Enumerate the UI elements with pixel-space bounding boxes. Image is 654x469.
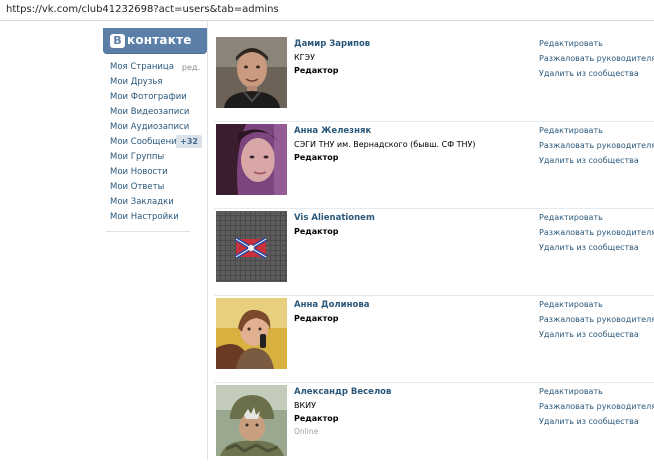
admin-name-link[interactable]: Александр Веселов [294, 387, 534, 397]
admin-row: Анна Железняк СЭГИ ТНУ им. Вернадского (… [214, 122, 654, 209]
remove-member-link[interactable]: Удалить из сообщества [539, 156, 654, 171]
menu-divider [106, 231, 190, 232]
menu-item-photos[interactable]: Мои Фотографии [110, 92, 200, 107]
demote-admin-link[interactable]: Разжаловать руководителя [539, 141, 654, 156]
admin-avatar[interactable] [216, 211, 287, 282]
menu-item-label[interactable]: Мои Группы [110, 152, 164, 162]
messages-count-badge: +32 [176, 135, 202, 148]
menu-item-friends[interactable]: Мои Друзья [110, 77, 200, 92]
demote-admin-link[interactable]: Разжаловать руководителя [539, 402, 654, 417]
left-menu: Моя Страница ред. Мои Друзья Мои Фотогра… [110, 62, 202, 227]
address-bar[interactable]: https://vk.com/club41232698?act=users&ta… [0, 0, 654, 21]
vk-logo-text: контакте [127, 33, 192, 47]
menu-item-groups[interactable]: Мои Группы [110, 152, 200, 167]
menu-item-news[interactable]: Мои Новости [110, 167, 200, 182]
admin-actions: Редактировать Разжаловать руководителя У… [539, 213, 654, 258]
admin-info: Анна Железняк СЭГИ ТНУ им. Вернадского (… [294, 126, 534, 166]
page-margin [0, 21, 101, 460]
admin-info: Александр Веселов ВКИУ Редактор Online [294, 387, 534, 436]
sidebar-divider [207, 21, 208, 460]
admin-actions: Редактировать Разжаловать руководителя У… [539, 126, 654, 171]
admin-avatar[interactable] [216, 298, 287, 369]
remove-member-link[interactable]: Удалить из сообщества [539, 69, 654, 84]
menu-item-label[interactable]: Мои Друзья [110, 77, 162, 87]
admin-university: ВКИУ [294, 401, 317, 410]
menu-item-label[interactable]: Мои Закладки [110, 197, 174, 207]
admin-role: Редактор [294, 314, 339, 323]
menu-item-my-page[interactable]: Моя Страница ред. [110, 62, 200, 77]
admin-actions: Редактировать Разжаловать руководителя У… [539, 387, 654, 432]
admin-role: Редактор [294, 414, 339, 423]
edit-admin-link[interactable]: Редактировать [539, 39, 654, 54]
online-status: Online [294, 427, 319, 436]
vk-logo-icon: В [110, 34, 125, 48]
menu-item-answers[interactable]: Мои Ответы [110, 182, 200, 197]
menu-item-label[interactable]: Мои Аудиозаписи [110, 122, 189, 132]
admin-name-link[interactable]: Дамир Зарипов [294, 39, 534, 49]
menu-item-label[interactable]: Мои Новости [110, 167, 168, 177]
admin-info: Анна Долинова Редактор [294, 300, 534, 327]
remove-member-link[interactable]: Удалить из сообщества [539, 243, 654, 258]
edit-admin-link[interactable]: Редактировать [539, 387, 654, 402]
admin-actions: Редактировать Разжаловать руководителя У… [539, 300, 654, 345]
menu-item-label[interactable]: Мои Настройки [110, 212, 179, 222]
admin-row: Анна Долинова Редактор Редактировать Раз… [214, 296, 654, 383]
admin-university: КГЭУ [294, 53, 316, 62]
admin-avatar[interactable] [216, 124, 287, 195]
admin-role: Редактор [294, 66, 339, 75]
admin-avatar[interactable] [216, 37, 287, 108]
admin-name-link[interactable]: Анна Долинова [294, 300, 534, 310]
demote-admin-link[interactable]: Разжаловать руководителя [539, 54, 654, 69]
demote-admin-link[interactable]: Разжаловать руководителя [539, 228, 654, 243]
remove-member-link[interactable]: Удалить из сообщества [539, 330, 654, 345]
admin-row: Александр Веселов ВКИУ Редактор Online Р… [214, 383, 654, 469]
menu-item-label[interactable]: Мои Фотографии [110, 92, 187, 102]
admin-name-link[interactable]: Анна Железняк [294, 126, 534, 136]
menu-item-label[interactable]: Моя Страница [110, 62, 174, 72]
menu-item-settings[interactable]: Мои Настройки [110, 212, 200, 227]
menu-item-messages[interactable]: Мои Сообщения +32 [110, 135, 202, 152]
admin-row: Дамир Зарипов КГЭУ Редактор Редактироват… [214, 35, 654, 122]
menu-item-videos[interactable]: Мои Видеозаписи [110, 107, 200, 122]
admin-university: СЭГИ ТНУ им. Вернадского (бывш. СФ ТНУ) [294, 140, 476, 149]
url-text[interactable]: https://vk.com/club41232698?act=users&ta… [6, 4, 279, 15]
admin-actions: Редактировать Разжаловать руководителя У… [539, 39, 654, 84]
menu-item-label[interactable]: Мои Ответы [110, 182, 164, 192]
demote-admin-link[interactable]: Разжаловать руководителя [539, 315, 654, 330]
edit-profile-link[interactable]: ред. [182, 62, 200, 73]
remove-member-link[interactable]: Удалить из сообщества [539, 417, 654, 432]
admin-role: Редактор [294, 153, 339, 162]
menu-item-label[interactable]: Мои Сообщения [110, 137, 182, 147]
admin-name-link[interactable]: Vis Alienationem [294, 213, 534, 223]
admin-info: Дамир Зарипов КГЭУ Редактор [294, 39, 534, 79]
menu-item-label[interactable]: Мои Видеозаписи [110, 107, 189, 117]
vk-logo[interactable]: В контакте [103, 28, 207, 54]
admin-info: Vis Alienationem Редактор [294, 213, 534, 240]
admin-row: Vis Alienationem Редактор Редактировать … [214, 209, 654, 296]
edit-admin-link[interactable]: Редактировать [539, 126, 654, 141]
admin-avatar[interactable] [216, 385, 287, 456]
admin-role: Редактор [294, 227, 339, 236]
edit-admin-link[interactable]: Редактировать [539, 213, 654, 228]
edit-admin-link[interactable]: Редактировать [539, 300, 654, 315]
menu-item-bookmarks[interactable]: Мои Закладки [110, 197, 200, 212]
